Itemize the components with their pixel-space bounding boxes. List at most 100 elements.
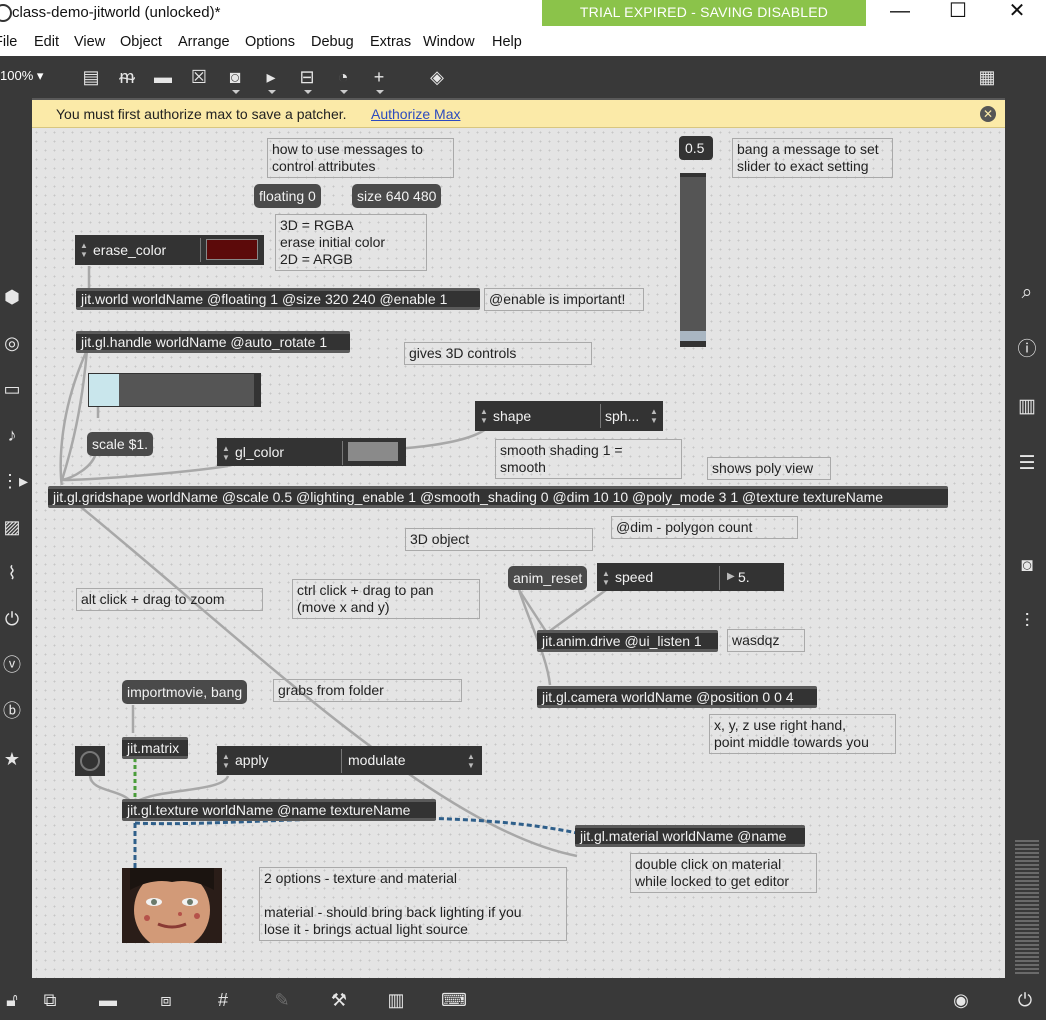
camera-icon[interactable]: ◙	[1015, 554, 1039, 578]
close-button[interactable]: ✕	[994, 0, 1040, 26]
add-dropdown-icon[interactable]	[376, 90, 384, 94]
menu-arrange[interactable]: Arrange	[178, 34, 230, 50]
face-preview-image	[122, 868, 222, 943]
music-note-icon[interactable]: ♪	[1, 424, 23, 446]
jit-gl-material-object[interactable]: jit.gl.material worldName @name	[575, 825, 805, 847]
meter-segment	[1015, 960, 1039, 962]
window-title: class-demo-jitworld (unlocked)*	[12, 4, 221, 21]
search-icon[interactable]: ⌕	[1015, 281, 1039, 305]
horizontal-slider[interactable]	[88, 373, 261, 407]
playbar-icon[interactable]: ▸	[259, 65, 283, 89]
windows-icon[interactable]: ⧈	[154, 988, 178, 1012]
grid-icon[interactable]: #	[211, 988, 235, 1012]
gl-color-swatch[interactable]	[348, 442, 398, 461]
paperclip-icon[interactable]: ⌇	[1, 562, 23, 584]
menu-options[interactable]: Options	[245, 34, 295, 50]
presentation-icon[interactable]: ▤	[79, 65, 103, 89]
grid-list-icon[interactable]: ▦	[975, 65, 999, 89]
jit-world-object[interactable]: jit.world worldName @floating 1 @size 32…	[76, 288, 480, 310]
apply-value[interactable]: modulate	[348, 746, 406, 775]
menu-window[interactable]: Window	[423, 34, 475, 50]
scale-message[interactable]: scale $1.	[87, 432, 154, 456]
zoom-level[interactable]: 100% ▾	[0, 68, 43, 84]
jit-gl-camera-object[interactable]: jit.gl.camera worldName @position 0 0 4	[537, 686, 817, 708]
list-icon[interactable]: ☰	[1015, 452, 1039, 476]
film-icon[interactable]: ▭	[1, 378, 23, 400]
comment-icon[interactable]: ᵯ	[115, 65, 139, 89]
meter-segment	[1015, 956, 1039, 958]
menu-debug[interactable]: Debug	[311, 34, 354, 50]
meter-segment	[1015, 920, 1039, 922]
floating-message[interactable]: floating 0	[254, 184, 321, 208]
size-message[interactable]: size 640 480	[352, 184, 442, 208]
sequence-icon[interactable]: ⋮▸	[1, 470, 28, 492]
patcher-canvas[interactable]: 0.5 floating 0 size 640 480 scale $1. an…	[32, 128, 1005, 978]
jit-gl-handle-object[interactable]: jit.gl.handle worldName @auto_rotate 1	[76, 331, 350, 353]
minimize-button[interactable]: —	[877, 0, 923, 26]
keypad-icon[interactable]: ⌨	[441, 988, 467, 1012]
sliders-icon[interactable]: ⫶	[1015, 610, 1039, 634]
meter-segment	[1015, 940, 1039, 942]
anim-reset-message[interactable]: anim_reset	[508, 566, 588, 590]
pin-icon[interactable]: ✎	[270, 988, 294, 1012]
dial-icon[interactable]: ◔	[331, 65, 355, 89]
number-dropdown-icon[interactable]	[304, 90, 312, 94]
menu-object[interactable]: Object	[120, 34, 162, 50]
meter-segment	[1015, 928, 1039, 930]
vertical-slider[interactable]	[680, 173, 706, 347]
lock-icon[interactable]: 🔓︎	[0, 988, 24, 1012]
number-box[interactable]: 0.5	[679, 136, 713, 160]
plug-icon[interactable]: ⏻	[1, 608, 23, 630]
toggle[interactable]	[75, 746, 105, 776]
menu-view[interactable]: View	[74, 34, 105, 50]
erase-color-attrui[interactable]: ▲ ▼ erase_color	[75, 235, 264, 265]
circle-target-icon[interactable]: ◎	[1, 332, 23, 354]
b-icon[interactable]: ⓑ	[1, 700, 23, 722]
jit-gl-texture-object[interactable]: jit.gl.texture worldName @name textureNa…	[122, 799, 436, 821]
menu-file[interactable]: File	[0, 34, 17, 50]
button-icon[interactable]: ☒	[187, 65, 211, 89]
comment-smooth-shading: smooth shading 1 = smooth	[495, 439, 682, 479]
number-icon[interactable]: ⊟	[295, 65, 319, 89]
jit-matrix-object[interactable]: jit.matrix	[122, 737, 188, 759]
wrench-icon[interactable]: ⚒	[327, 988, 351, 1012]
shape-value[interactable]: sph...	[605, 401, 639, 431]
toggle-icon[interactable]: ◙	[223, 65, 247, 89]
authorize-max-link[interactable]: Authorize Max	[371, 106, 460, 122]
cube-icon[interactable]: ⬢	[1, 286, 23, 308]
playbar-dropdown-icon[interactable]	[268, 90, 276, 94]
jit-anim-drive-object[interactable]: jit.anim.drive @ui_listen 1	[537, 630, 718, 652]
maximize-button[interactable]: ☐	[935, 0, 981, 26]
speed-attrui[interactable]: ▲ ▼ speed ▶ 5.	[597, 563, 784, 591]
add-icon[interactable]: +	[367, 65, 391, 89]
video-preview	[122, 868, 222, 943]
gl-color-attrui[interactable]: ▲ ▼ gl_color	[217, 438, 406, 466]
erase-color-swatch[interactable]	[206, 239, 258, 260]
keyboard-icon[interactable]: ▥	[384, 988, 408, 1012]
edit-icon[interactable]: ⧉	[38, 988, 62, 1012]
apply-attrui[interactable]: ▲ ▼ apply modulate ▲ ▼	[217, 746, 482, 775]
speed-value[interactable]: 5.	[738, 563, 750, 591]
jit-gl-gridshape-object[interactable]: jit.gl.gridshape worldName @scale 0.5 @l…	[48, 486, 948, 508]
importmovie-message[interactable]: importmovie, bang	[122, 680, 248, 704]
banner-close-icon[interactable]: ✕	[980, 106, 996, 122]
menu-extras[interactable]: Extras	[370, 34, 411, 50]
v-icon[interactable]: ⓥ	[1, 654, 23, 676]
title-bar: class-demo-jitworld (unlocked)* TRIAL EX…	[0, 0, 1046, 30]
toggle-dropdown-icon[interactable]	[232, 90, 240, 94]
presentation-icon[interactable]: ▬	[96, 988, 120, 1012]
info-icon[interactable]: ⓘ	[1015, 338, 1039, 362]
power-icon[interactable]: ⏻	[1013, 988, 1037, 1012]
book-icon[interactable]: ▥	[1015, 395, 1039, 419]
play-icon[interactable]: ◉	[949, 988, 973, 1012]
menu-help[interactable]: Help	[492, 34, 522, 50]
shape-attrui[interactable]: ▲ ▼ shape sph... ▲ ▼	[475, 401, 663, 431]
paint-bucket-icon[interactable]: ◈	[425, 65, 449, 89]
meter-segment	[1015, 852, 1039, 854]
image-icon[interactable]: ▨	[1, 516, 23, 538]
message-icon[interactable]: ▬	[151, 65, 175, 89]
dial-dropdown-icon[interactable]	[340, 90, 348, 94]
menu-edit[interactable]: Edit	[34, 34, 59, 50]
slider-knob[interactable]	[680, 331, 706, 341]
star-icon[interactable]: ★	[1, 748, 23, 770]
